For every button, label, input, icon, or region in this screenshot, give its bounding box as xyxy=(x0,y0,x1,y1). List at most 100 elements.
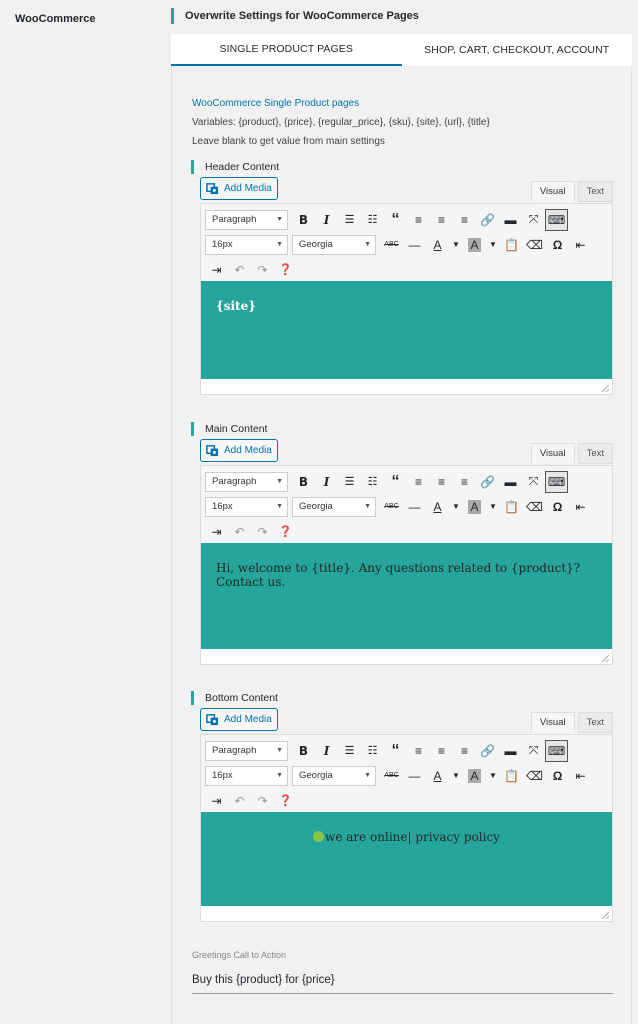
font-size-select[interactable]: 16px ▼ xyxy=(205,496,288,517)
undo-icon[interactable]: ↶ xyxy=(228,259,251,281)
bullet-list-icon[interactable]: ☰ xyxy=(338,209,361,231)
redo-icon[interactable]: ↷ xyxy=(251,521,274,543)
bold-icon[interactable]: B xyxy=(292,471,315,493)
clear-formatting-icon[interactable]: ⌫ xyxy=(523,765,546,787)
editor-content[interactable]: Hi, welcome to {title}. Any questions re… xyxy=(200,543,613,649)
outdent-icon[interactable]: ⇤ xyxy=(569,234,592,256)
add-media-button[interactable]: Add Media xyxy=(200,177,278,200)
special-character-icon[interactable]: Ω xyxy=(546,765,569,787)
text-tab[interactable]: Text xyxy=(577,712,613,733)
toolbar-toggle-icon[interactable]: ⌨ xyxy=(545,470,568,493)
font-family-select[interactable]: Georgia ▼ xyxy=(292,234,376,255)
background-color-icon[interactable]: A xyxy=(463,765,486,787)
editor-content[interactable]: {site} xyxy=(200,281,613,379)
strikethrough-icon[interactable]: ABC xyxy=(380,234,403,256)
font-family-select[interactable]: Georgia ▼ xyxy=(292,765,376,786)
visual-tab[interactable]: Visual xyxy=(530,712,575,733)
numbered-list-icon[interactable]: ☷ xyxy=(361,471,384,493)
link-icon[interactable]: 🔗 xyxy=(476,740,499,762)
align-right-icon[interactable]: ≡ xyxy=(453,209,476,231)
italic-icon[interactable]: I xyxy=(315,209,338,231)
chevron-down-icon[interactable]: ▼ xyxy=(486,234,500,256)
font-size-select[interactable]: 16px ▼ xyxy=(205,234,288,255)
resize-handle-icon[interactable] xyxy=(602,655,609,662)
align-right-icon[interactable]: ≡ xyxy=(453,740,476,762)
background-color-icon[interactable]: A xyxy=(463,234,486,256)
fullscreen-icon[interactable]: ⤧ xyxy=(522,471,545,493)
visual-tab[interactable]: Visual xyxy=(530,443,575,464)
outdent-icon[interactable]: ⇤ xyxy=(569,765,592,787)
chevron-down-icon[interactable]: ▼ xyxy=(449,234,463,256)
background-color-icon[interactable]: A xyxy=(463,496,486,518)
bold-icon[interactable]: B xyxy=(292,209,315,231)
indent-icon[interactable]: ⇥ xyxy=(205,790,228,812)
indent-icon[interactable]: ⇥ xyxy=(205,259,228,281)
text-tab[interactable]: Text xyxy=(577,181,613,202)
blockquote-icon[interactable]: “ xyxy=(384,740,407,762)
tab-single-product-pages[interactable]: SINGLE PRODUCT PAGES xyxy=(171,34,402,66)
resize-handle-icon[interactable] xyxy=(602,912,609,919)
editor-content[interactable]: we are online| privacy policy xyxy=(200,812,613,906)
horizontal-line-icon[interactable]: — xyxy=(403,765,426,787)
horizontal-line-icon[interactable]: — xyxy=(403,496,426,518)
help-icon[interactable]: ❓ xyxy=(274,790,297,812)
undo-icon[interactable]: ↶ xyxy=(228,521,251,543)
chevron-down-icon[interactable]: ▼ xyxy=(449,496,463,518)
font-size-select[interactable]: 16px ▼ xyxy=(205,765,288,786)
italic-icon[interactable]: I xyxy=(315,471,338,493)
help-icon[interactable]: ❓ xyxy=(274,521,297,543)
fullscreen-icon[interactable]: ⤧ xyxy=(522,209,545,231)
undo-icon[interactable]: ↶ xyxy=(228,790,251,812)
format-select[interactable]: Paragraph ▼ xyxy=(205,471,288,492)
numbered-list-icon[interactable]: ☷ xyxy=(361,209,384,231)
special-character-icon[interactable]: Ω xyxy=(546,234,569,256)
resize-handle-icon[interactable] xyxy=(602,385,609,392)
greetings-input[interactable] xyxy=(192,966,613,994)
link-icon[interactable]: 🔗 xyxy=(476,471,499,493)
redo-icon[interactable]: ↷ xyxy=(251,259,274,281)
align-center-icon[interactable]: ≡ xyxy=(430,471,453,493)
help-icon[interactable]: ❓ xyxy=(274,259,297,281)
italic-icon[interactable]: I xyxy=(315,740,338,762)
font-family-select[interactable]: Georgia ▼ xyxy=(292,496,376,517)
paste-text-icon[interactable]: 📋 xyxy=(500,765,523,787)
chevron-down-icon[interactable]: ▼ xyxy=(486,765,500,787)
text-color-icon[interactable]: A xyxy=(426,496,449,518)
read-more-icon[interactable]: ▬ xyxy=(499,471,522,493)
align-left-icon[interactable]: ≡ xyxy=(407,740,430,762)
blockquote-icon[interactable]: “ xyxy=(384,209,407,231)
read-more-icon[interactable]: ▬ xyxy=(499,740,522,762)
text-tab[interactable]: Text xyxy=(577,443,613,464)
clear-formatting-icon[interactable]: ⌫ xyxy=(523,234,546,256)
text-color-icon[interactable]: A xyxy=(426,234,449,256)
visual-tab[interactable]: Visual xyxy=(530,181,575,202)
chevron-down-icon[interactable]: ▼ xyxy=(486,496,500,518)
tab-shop-cart-checkout-account[interactable]: SHOP, CART, CHECKOUT, ACCOUNT xyxy=(402,34,633,66)
numbered-list-icon[interactable]: ☷ xyxy=(361,740,384,762)
format-select[interactable]: Paragraph ▼ xyxy=(205,740,288,761)
align-left-icon[interactable]: ≡ xyxy=(407,209,430,231)
bullet-list-icon[interactable]: ☰ xyxy=(338,740,361,762)
format-select[interactable]: Paragraph ▼ xyxy=(205,209,288,230)
toolbar-toggle-icon[interactable]: ⌨ xyxy=(545,208,568,231)
strikethrough-icon[interactable]: ABC xyxy=(380,496,403,518)
align-center-icon[interactable]: ≡ xyxy=(430,740,453,762)
special-character-icon[interactable]: Ω xyxy=(546,496,569,518)
bold-icon[interactable]: B xyxy=(292,740,315,762)
add-media-button[interactable]: Add Media xyxy=(200,439,278,462)
paste-text-icon[interactable]: 📋 xyxy=(500,496,523,518)
align-center-icon[interactable]: ≡ xyxy=(430,209,453,231)
text-color-icon[interactable]: A xyxy=(426,765,449,787)
strikethrough-icon[interactable]: ABC xyxy=(380,765,403,787)
link-icon[interactable]: 🔗 xyxy=(476,209,499,231)
bullet-list-icon[interactable]: ☰ xyxy=(338,471,361,493)
horizontal-line-icon[interactable]: — xyxy=(403,234,426,256)
indent-icon[interactable]: ⇥ xyxy=(205,521,228,543)
redo-icon[interactable]: ↷ xyxy=(251,790,274,812)
add-media-button[interactable]: Add Media xyxy=(200,708,278,731)
read-more-icon[interactable]: ▬ xyxy=(499,209,522,231)
outdent-icon[interactable]: ⇤ xyxy=(569,496,592,518)
toolbar-toggle-icon[interactable]: ⌨ xyxy=(545,739,568,762)
align-left-icon[interactable]: ≡ xyxy=(407,471,430,493)
fullscreen-icon[interactable]: ⤧ xyxy=(522,740,545,762)
